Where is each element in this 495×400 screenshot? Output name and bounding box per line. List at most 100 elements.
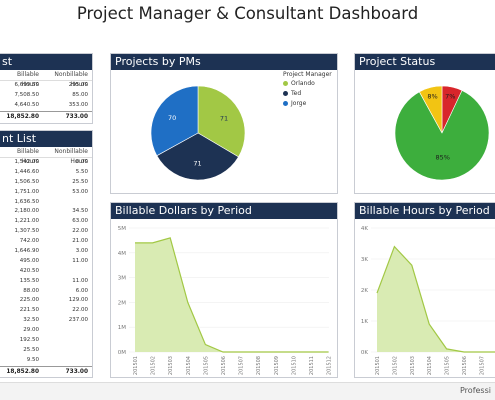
table-row[interactable]: 2,180.00 34.50 <box>0 207 92 217</box>
pie-label: 85% <box>436 153 450 161</box>
table-row[interactable]: 1,646.90 3.00 <box>0 247 92 257</box>
cell-billable: 88.00 <box>23 287 39 294</box>
cell-billable: 6,699.50 <box>14 82 40 88</box>
status-bar: Professi <box>0 382 495 400</box>
consultant-header-billable[interactable]: Billable Hours <box>0 147 43 165</box>
cell-nonbillable: 63.00 <box>72 218 88 225</box>
table-row[interactable]: 88.00 6.00 <box>0 287 92 297</box>
table-row[interactable]: 7,508.50 85.00 <box>0 91 92 101</box>
cell-billable: 420.50 <box>19 267 39 274</box>
y-tick-label: 2K <box>361 288 368 294</box>
x-tick-label: 201512 <box>327 356 333 375</box>
table-row[interactable]: 1,506.50 25.50 <box>0 178 92 188</box>
x-tick-label: 201504 <box>186 356 192 375</box>
pie-label: 71 <box>220 115 228 123</box>
cell-nonbillable: 3.00 <box>75 248 88 255</box>
table-total-row: 18,852.80 733.00 <box>0 110 92 122</box>
cell-nonbillable: 22.00 <box>72 228 88 235</box>
y-tick-label: 3K <box>361 257 368 263</box>
cell-billable: 1,221.00 <box>14 218 40 225</box>
y-tick-label: 2M <box>118 300 126 306</box>
table-row[interactable]: 495.00 11.00 <box>0 257 92 267</box>
table-row[interactable]: 1,221.00 63.00 <box>0 217 92 227</box>
cell-nonbillable: 353.00 <box>68 101 88 108</box>
x-tick-label: 201507 <box>479 356 485 375</box>
table-row[interactable]: 135.50 11.00 <box>0 277 92 287</box>
table-row[interactable]: 1,751.00 53.00 <box>0 188 92 198</box>
legend-dot <box>283 100 288 106</box>
legend-dot <box>283 80 288 86</box>
x-tick-label: 201511 <box>309 356 315 375</box>
table-row[interactable]: 192.50 <box>0 336 92 346</box>
cell-billable: 25.50 <box>23 346 39 353</box>
consultant-list-panel: nt List Billable Hours Nonbillable Hours… <box>0 130 93 378</box>
area-fill <box>135 237 329 352</box>
cell-billable: 192.50 <box>19 337 39 344</box>
cell-nonbillable: 21.00 <box>72 238 88 245</box>
table-row[interactable]: 742.00 21.00 <box>0 237 92 247</box>
pm-list-header-nonbillable[interactable]: Nonbillable Hours <box>43 70 92 88</box>
table-row[interactable]: 6,699.50 295.00 <box>0 81 92 91</box>
x-tick-label: 201503 <box>168 356 174 375</box>
table-row[interactable]: 1,636.50 <box>0 198 92 208</box>
project-status-panel: Project Status 7% 85% 8% <box>354 53 495 194</box>
y-tick-label: 0M <box>118 350 126 356</box>
x-tick-label: 201506 <box>462 356 468 375</box>
cell-billable: 1,446.60 <box>14 168 40 175</box>
cell-nonbillable: 11.00 <box>72 277 88 284</box>
projects-by-pms-panel: Projects by PMs 71 71 70 Project Manager O… <box>110 53 338 194</box>
cell-billable: 29.00 <box>23 327 39 334</box>
table-row[interactable]: 1,446.60 5.50 <box>0 168 92 178</box>
cell-nonbillable: 25.50 <box>72 178 88 185</box>
consultant-list-title: nt List <box>0 131 92 147</box>
legend-item-orlando[interactable]: Orlando <box>283 78 332 88</box>
table-row[interactable]: 420.50 <box>0 267 92 277</box>
legend-item-ted[interactable]: Ted <box>283 88 332 98</box>
status-bar-text: Professi <box>460 386 491 395</box>
cell-nonbillable <box>43 336 92 346</box>
project-status-title: Project Status <box>355 54 495 70</box>
pm-list-header-billable[interactable]: Billable Hours <box>0 70 43 88</box>
legend-label: Ted <box>291 89 302 97</box>
cell-billable: 495.00 <box>19 257 39 264</box>
x-tick-label: 201504 <box>427 356 433 375</box>
x-tick-label: 201502 <box>392 356 398 375</box>
y-tick-label: 4M <box>118 251 126 257</box>
consultant-header-nonbillable[interactable]: Nonbillable Hours <box>43 147 92 165</box>
billable-hours-panel: Billable Hours by Period 0K 1K 2K 3K 4K 20150… <box>354 202 495 378</box>
billable-hours-title: Billable Hours by Period <box>355 203 495 219</box>
pm-legend-title: Project Manager <box>283 71 332 78</box>
table-row[interactable]: 32.50 237.00 <box>0 316 92 326</box>
y-tick-label: 5M <box>118 226 126 232</box>
project-status-pie: 7% 85% 8% <box>394 85 490 181</box>
table-row[interactable]: 4,640.50 353.00 <box>0 101 92 111</box>
cell-nonbillable: 295.00 <box>68 82 88 88</box>
table-row[interactable]: 1,542.00 0.00 <box>0 158 92 168</box>
cell-billable: 1,307.50 <box>14 228 40 235</box>
cell-nonbillable: 0.00 <box>75 159 88 165</box>
y-tick-label: 3M <box>118 276 126 282</box>
x-tick-label: 201509 <box>274 356 280 375</box>
table-row[interactable]: 25.50 <box>0 346 92 356</box>
cell-nonbillable <box>43 198 92 208</box>
table-row[interactable]: 225.00 129.00 <box>0 296 92 306</box>
cell-billable: 32.50 <box>23 317 39 324</box>
table-row[interactable]: 29.00 <box>0 326 92 336</box>
x-tick-label: 201503 <box>410 356 416 375</box>
cell-nonbillable <box>43 267 92 277</box>
projects-by-pms-title: Projects by PMs <box>111 54 337 70</box>
table-row[interactable]: 9.50 <box>0 356 92 366</box>
x-tick-label: 201507 <box>239 356 245 375</box>
x-tick-label: 201505 <box>203 356 209 375</box>
dashboard-title: Project Manager & Consultant Dashboard <box>76 4 419 23</box>
cell-billable: 1,506.50 <box>14 178 40 185</box>
billable-hours-chart: 0K 1K 2K 3K 4K 201501 201502 201503 201504 201505… <box>361 226 495 375</box>
pie-label: 7% <box>445 92 455 100</box>
cell-billable: 225.00 <box>19 297 39 304</box>
legend-item-jorge[interactable]: Jorge <box>283 98 332 108</box>
cell-nonbillable: 5.50 <box>75 168 88 175</box>
cell-billable: 1,751.00 <box>14 188 40 195</box>
table-row[interactable]: 221.50 22.00 <box>0 306 92 316</box>
table-row[interactable]: 1,307.50 22.00 <box>0 227 92 237</box>
pm-list-title: st <box>0 54 92 70</box>
